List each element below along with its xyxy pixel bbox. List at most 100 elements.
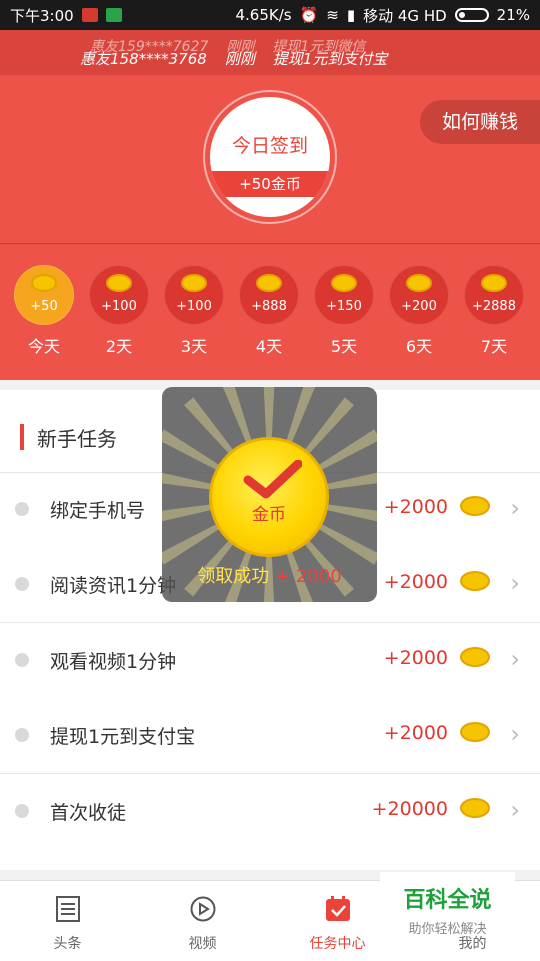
header-divider [0,243,540,244]
status-dot [15,653,29,667]
task-points: +2000 [383,647,448,669]
withdraw-ticker: 惠友159****7627 刚刚 提现1元到微信 惠友158****3768 刚刚 提现… [0,30,540,75]
network-speed: 4.65K/s [235,6,292,24]
success-amount: + 2000 [275,566,342,587]
coin-badge: +100 [164,265,224,325]
day-label: 今天 [27,337,60,356]
daily-rewards: +50 今天 +100 2天 +100 3天 +888 4天 +150 5天 +… [0,265,540,365]
day-amount: +150 [326,299,362,314]
coin-label: 金币 [252,505,286,525]
tab-headlines[interactable]: 头条 [0,881,135,961]
battery-icon [454,8,489,22]
task-name: 提现1元到支付宝 [50,726,196,748]
coin-icon [460,647,490,667]
status-dot [15,577,29,591]
status-time: 下午3:00 [10,6,74,25]
coin-stack-icon [481,274,507,292]
task-points: +2000 [383,571,448,593]
coin-stack-icon [406,274,432,292]
wechat-app-icon [105,8,122,22]
day-item-6[interactable]: +200 6天 [387,265,451,357]
watermark-subtitle: 助你轻松解决 [408,922,487,937]
status-dot [15,502,29,516]
tab-label: 视频 [188,936,217,952]
calendar-check-icon [325,896,350,921]
coin-badge: +100 [89,265,149,325]
coin-badge: +888 [239,265,299,325]
day-item-7[interactable]: +2888 7天 [462,265,526,357]
gold-coin-icon: 金币 [209,437,329,557]
coin-badge: +200 [389,265,449,325]
battery-percent: 21% [496,6,530,24]
task-row-first-apprentice[interactable]: 首次收徒 +20000 › [0,774,540,849]
day-amount: +100 [101,299,137,314]
signal-icon: ▮ [346,6,356,24]
task-name: 首次收徒 [50,802,127,824]
task-name: 绑定手机号 [50,500,146,522]
success-text: 领取成功 [197,566,270,587]
success-message: 领取成功 + 2000 [162,562,377,588]
day-amount: +100 [176,299,212,314]
task-name: 阅读资讯1分钟 [50,575,177,597]
day-amount: +2888 [472,299,516,314]
chevron-right-icon: › [510,569,520,597]
task-points: +20000 [371,798,448,820]
day-label: 5天 [330,337,358,356]
chevron-right-icon: › [510,645,520,673]
day-item-4[interactable]: +888 4天 [237,265,301,357]
coin-stack-icon [106,274,132,292]
task-row-withdraw[interactable]: 提现1元到支付宝 +2000 › [0,698,540,774]
newspaper-icon [55,896,80,922]
play-icon [190,896,215,922]
status-dot [15,804,29,818]
section-title: 新手任务 [37,427,117,451]
task-row-watch-video[interactable]: 观看视频1分钟 +2000 › [0,623,540,698]
day-amount: +50 [30,299,58,314]
signin-reward: +50金币 [210,171,330,197]
wifi-icon: ≋ [326,6,339,24]
coin-stack-icon [181,274,207,292]
tab-label: 头条 [53,936,82,952]
coin-icon [460,722,490,742]
day-item-1[interactable]: +50 今天 [12,265,76,357]
coin-stack-icon [331,274,357,292]
chevron-right-icon: › [510,720,520,748]
section-accent-bar [20,424,24,450]
day-item-2[interactable]: +100 2天 [87,265,151,357]
coin-badge: +50 [14,265,74,325]
check-icon [243,460,302,499]
news-app-icon [81,8,98,22]
alarm-icon: ⏰ [299,6,319,24]
task-name: 观看视频1分钟 [50,651,177,673]
tab-video[interactable]: 视频 [135,881,270,961]
day-item-3[interactable]: +100 3天 [162,265,226,357]
watermark: 百科全说 助你轻松解决 [380,872,515,937]
coin-stack-icon [31,274,57,292]
carrier-text: 移动 4G HD [363,6,447,25]
coin-icon [460,496,490,516]
status-bar: 下午3:00 4.65K/s ⏰ ≋ ▮ 移动 4G HD 21% [0,0,540,30]
chevron-right-icon: › [510,796,520,824]
day-label: 6天 [405,337,433,356]
how-to-earn-button[interactable]: 如何赚钱 [420,100,540,144]
day-amount: +200 [401,299,437,314]
coin-badge: +2888 [464,265,524,325]
coin-icon [460,798,490,818]
watermark-title: 百科全说 [403,888,492,913]
status-dot [15,728,29,742]
coin-icon [460,571,490,591]
day-amount: +888 [251,299,287,314]
task-points: +2000 [383,722,448,744]
day-label: 2天 [105,337,133,356]
signin-button[interactable]: 今日签到 +50金币 [210,97,330,217]
chevron-right-icon: › [510,494,520,522]
ticker-line-2: 惠友158****3768 刚刚 提现1元到支付宝 [80,50,388,68]
coin-badge: +150 [314,265,374,325]
day-label: 7天 [480,337,508,356]
reward-success-toast: 金币 领取成功 + 2000 [162,387,377,602]
day-label: 4天 [255,337,283,356]
day-item-5[interactable]: +150 5天 [312,265,376,357]
signin-title: 今日签到 [231,135,308,157]
task-points: +2000 [383,496,448,518]
coin-stack-icon [256,274,282,292]
